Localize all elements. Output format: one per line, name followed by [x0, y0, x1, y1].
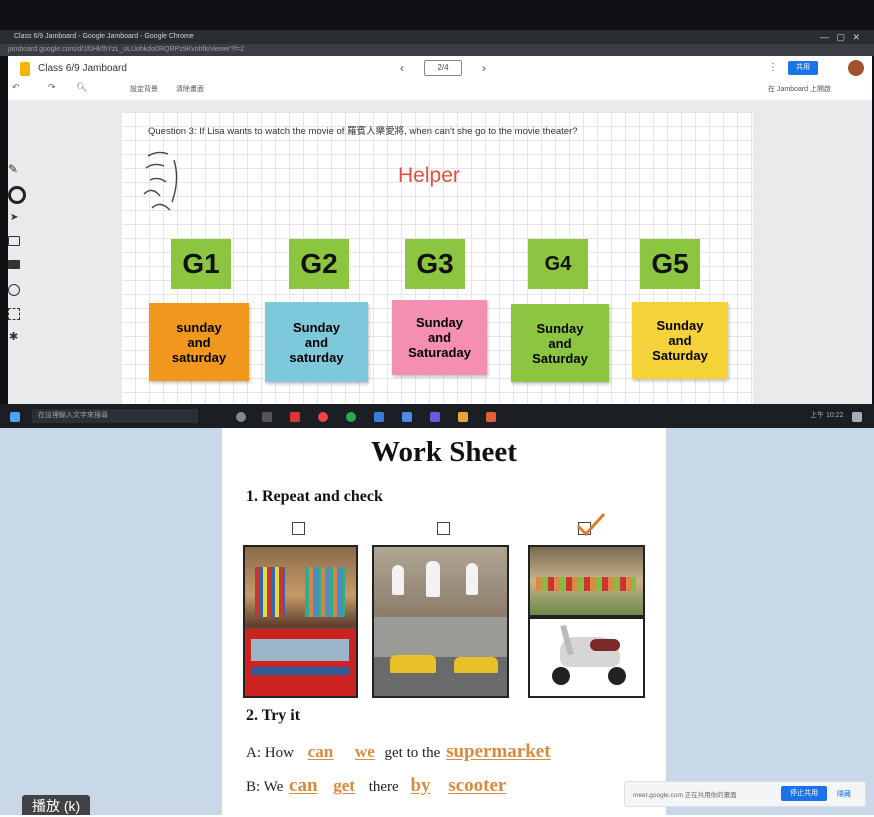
taskbar-search-placeholder: 在這裡輸入文字來搜尋: [38, 412, 108, 419]
pen-icon[interactable]: ✎: [8, 162, 18, 176]
avatar[interactable]: [848, 60, 864, 76]
sticky-note-g4[interactable]: Sunday and Saturday: [511, 304, 609, 382]
window-controls[interactable]: — ▢ ✕: [820, 30, 860, 44]
taskbar-app-icon[interactable]: [262, 412, 272, 422]
task-view-icon[interactable]: [236, 412, 246, 422]
notification-icon[interactable]: [852, 412, 862, 422]
open-in-jamboard-link[interactable]: 在 Jamboard 上開啟: [768, 84, 831, 94]
taskbar-app-icon[interactable]: [290, 412, 300, 422]
sticky-note-g3[interactable]: Sunday and Saturaday: [392, 300, 487, 375]
answer-a2: we: [354, 742, 375, 761]
browser-title-bar: Class 6/9 Jamboard - Google Jamboard - G…: [0, 30, 874, 44]
dancers-taxi-photo: [372, 545, 509, 698]
group-label-g5: G5: [640, 239, 700, 289]
taskbar-search-box[interactable]: 在這裡輸入文字來搜尋: [32, 409, 198, 423]
jamboard-toolbar: ✎ ➤ ✱: [8, 140, 36, 370]
browser-title: Class 6/9 Jamboard - Google Jamboard - G…: [14, 33, 194, 40]
sticky-note-g2[interactable]: Sunday and saturday: [265, 302, 368, 382]
image-icon[interactable]: [8, 260, 20, 269]
sticky-note-icon[interactable]: [8, 236, 20, 246]
eraser-icon[interactable]: [8, 186, 26, 204]
laser-icon[interactable]: ✱: [9, 330, 18, 343]
taskbar-app-icon[interactable]: [318, 412, 328, 422]
meet-sharing-bar: meet.google.com 正在共用你的畫面 停止共用 隱藏: [624, 781, 866, 807]
more-menu-icon[interactable]: ⋮: [768, 62, 778, 73]
circle-icon[interactable]: [8, 284, 20, 296]
answer-b2: get: [333, 776, 355, 795]
taskbar-app-icon[interactable]: [402, 412, 412, 422]
taskbar-app-icon[interactable]: [430, 412, 440, 422]
answer-b3: by: [410, 775, 431, 796]
undo-icon[interactable]: ↶: [12, 82, 20, 93]
sentence-b: B: We can get there by scooter: [246, 775, 506, 797]
taskbar-app-icon[interactable]: [374, 412, 384, 422]
clear-frame-button[interactable]: 清除畫面: [176, 84, 204, 94]
bookstore-bus-photo: [243, 545, 358, 698]
text-box-icon[interactable]: [8, 308, 20, 320]
hide-button[interactable]: 隱藏: [837, 789, 851, 799]
zoom-icon[interactable]: 🔍︎: [76, 82, 87, 93]
sentence-a: A: How can we get to the supermarket: [246, 741, 551, 763]
sticky-note-g5[interactable]: Sunday and Saturday: [632, 302, 728, 379]
checkbox-1[interactable]: [292, 522, 305, 535]
taskbar-app-icon[interactable]: [486, 412, 496, 422]
helper-label: Helper: [398, 164, 460, 187]
worksheet-title: Work Sheet: [371, 436, 517, 468]
sticky-note-g1[interactable]: sunday and saturday: [149, 303, 249, 381]
redo-icon[interactable]: ↷: [48, 82, 56, 93]
group-label-g4: G4: [528, 239, 588, 289]
sentence-b-prefix: B: We: [246, 779, 284, 795]
select-icon[interactable]: ➤: [10, 212, 18, 223]
section1-heading: 1. Repeat and check: [246, 488, 383, 505]
section2-heading: 2. Try it: [246, 707, 301, 724]
answer-b1: can: [289, 775, 318, 796]
answer-a3: supermarket: [446, 741, 551, 762]
play-tooltip: 播放 (k): [22, 795, 91, 815]
chrome-icon[interactable]: [346, 412, 356, 422]
jamboard-header: Class 6/9 Jamboard ‹ 2/4 › ↶ ↷ 🔍︎ 設定背景 清…: [8, 56, 872, 101]
sentence-a-mid: get to the: [384, 745, 441, 761]
share-button[interactable]: 共用: [788, 61, 818, 75]
windows-taskbar: 在這裡輸入文字來搜尋 上午 10:22: [0, 404, 874, 428]
doc-title: Class 6/9 Jamboard: [38, 63, 127, 74]
taskbar-clock[interactable]: 上午 10:22: [810, 410, 843, 420]
answer-b4: scooter: [448, 775, 507, 796]
jamboard-logo-icon: [20, 62, 30, 76]
sentence-b-mid: there: [368, 779, 399, 795]
scribble-drawing: [143, 151, 178, 211]
set-background-button[interactable]: 設定背景: [130, 84, 158, 94]
browser-url-bar[interactable]: jamboard.google.com/d/1f0HkfhYzL_oLUohkd…: [0, 44, 874, 56]
sentence-a-prefix: A: How: [246, 745, 294, 761]
file-explorer-icon[interactable]: [458, 412, 468, 422]
stop-sharing-button[interactable]: 停止共用: [781, 786, 827, 801]
frame-indicator[interactable]: 2/4: [424, 60, 462, 76]
group-label-g1: G1: [171, 239, 231, 289]
checkmark-icon: [576, 512, 606, 537]
answer-a1: can: [307, 742, 334, 761]
browser-url: jamboard.google.com/d/1f0HkfhYzL_oLUohkd…: [8, 46, 244, 53]
meet-sharing-text: meet.google.com 正在共用你的畫面: [633, 792, 737, 799]
checkbox-2[interactable]: [437, 522, 450, 535]
group-label-g3: G3: [405, 239, 465, 289]
start-icon[interactable]: [10, 412, 20, 422]
group-label-g2: G2: [289, 239, 349, 289]
prev-frame-icon[interactable]: ‹: [400, 61, 404, 75]
question-text: Question 3: If Lisa wants to watch the m…: [148, 126, 578, 137]
supermarket-scooter-photo: [528, 545, 645, 698]
next-frame-icon[interactable]: ›: [482, 61, 486, 75]
